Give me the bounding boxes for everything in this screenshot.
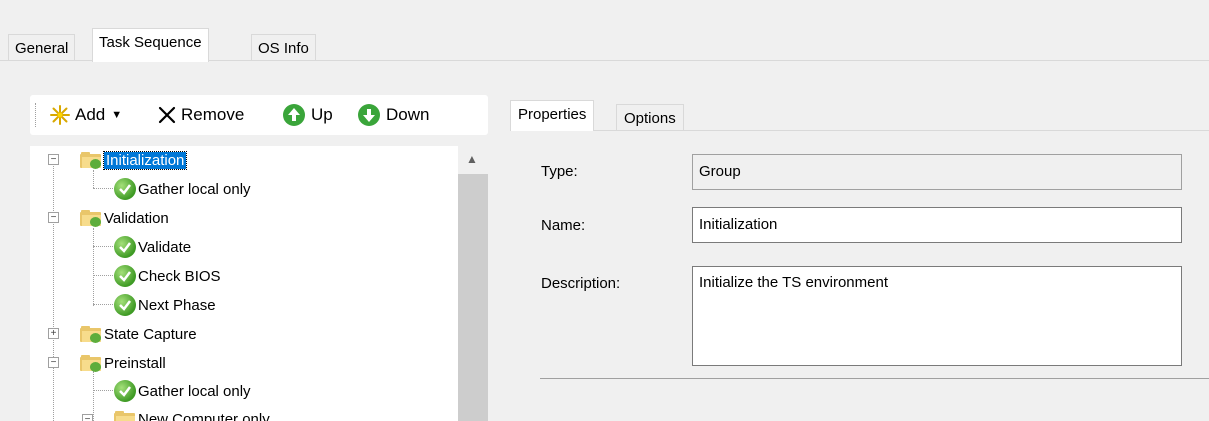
tree-connector bbox=[93, 246, 115, 247]
tree-item-label: Validation bbox=[104, 209, 169, 227]
check-success-icon bbox=[114, 380, 136, 402]
task-sequence-toolbar: Add ▼ Remove Up Down bbox=[30, 95, 488, 135]
tree-item-initialization[interactable]: Initialization bbox=[80, 146, 188, 174]
tree-item-state-capture[interactable]: State Capture bbox=[80, 320, 197, 348]
tab-os-info[interactable]: OS Info bbox=[251, 34, 316, 61]
expand-icon[interactable]: + bbox=[48, 328, 59, 339]
tab-properties[interactable]: Properties bbox=[510, 100, 595, 131]
tree-connector bbox=[93, 390, 115, 391]
tree-item-validation[interactable]: Validation bbox=[80, 204, 169, 232]
remove-label: Remove bbox=[181, 105, 245, 124]
tree-connector bbox=[93, 371, 94, 421]
tree-item-label: State Capture bbox=[104, 325, 197, 343]
down-arrow-circle-icon bbox=[357, 103, 381, 127]
top-tab-strip: General Task Sequence OS Info bbox=[0, 28, 1209, 62]
tab-options[interactable]: Options bbox=[616, 104, 684, 131]
group-folder-icon bbox=[80, 326, 101, 343]
down-button[interactable]: Down bbox=[357, 101, 429, 129]
tree-item-label: Next Phase bbox=[138, 296, 216, 314]
tree-item-new-computer-only[interactable]: New Computer only bbox=[114, 405, 270, 421]
group-folder-icon bbox=[80, 210, 101, 227]
group-folder-icon bbox=[80, 152, 101, 169]
up-arrow-circle-icon bbox=[282, 103, 306, 127]
scrollbar-thumb[interactable] bbox=[458, 174, 488, 421]
tree-item-check-bios[interactable]: Check BIOS bbox=[114, 262, 221, 290]
collapse-icon[interactable]: − bbox=[82, 414, 93, 421]
tree-item-label: Preinstall bbox=[104, 354, 166, 372]
tree-item-label: Initialization bbox=[102, 150, 188, 170]
chevron-down-icon: ▼ bbox=[111, 109, 123, 121]
tree-item-gather-local-only-2[interactable]: Gather local only bbox=[114, 377, 251, 405]
name-field[interactable]: Initialization bbox=[692, 207, 1182, 243]
type-label: Type: bbox=[541, 163, 578, 180]
toolbar-grip[interactable] bbox=[35, 103, 38, 127]
scroll-up-icon[interactable]: ▲ bbox=[466, 152, 478, 166]
tree-item-validate[interactable]: Validate bbox=[114, 233, 191, 261]
tab-divider bbox=[510, 130, 1209, 131]
properties-separator bbox=[540, 378, 1209, 379]
check-success-icon bbox=[114, 265, 136, 287]
remove-button[interactable]: Remove bbox=[158, 101, 244, 129]
task-sequence-tree[interactable]: − Initialization Gather local only − Val… bbox=[30, 146, 488, 421]
tree-connector bbox=[93, 275, 115, 276]
tab-task-sequence[interactable]: Task Sequence bbox=[92, 28, 209, 62]
tree-item-label: Gather local only bbox=[138, 180, 251, 198]
up-button[interactable]: Up bbox=[282, 101, 333, 129]
tree-item-next-phase[interactable]: Next Phase bbox=[114, 291, 216, 319]
tree-item-label: New Computer only bbox=[138, 410, 270, 421]
check-success-icon bbox=[114, 294, 136, 316]
tree-scrollbar[interactable]: ▲ bbox=[458, 146, 488, 421]
add-label: Add bbox=[75, 105, 106, 124]
tree-connector bbox=[93, 304, 115, 305]
add-button[interactable]: Add ▼ bbox=[50, 101, 122, 129]
type-field: Group bbox=[692, 154, 1182, 190]
add-sparkle-icon bbox=[50, 105, 70, 125]
tree-item-label: Validate bbox=[138, 238, 192, 256]
collapse-icon[interactable]: − bbox=[48, 212, 59, 223]
tree-item-label: Gather local only bbox=[138, 382, 251, 400]
tab-general[interactable]: General bbox=[8, 34, 76, 61]
check-success-icon bbox=[114, 236, 136, 258]
description-field[interactable]: Initialize the TS environment bbox=[692, 266, 1182, 366]
down-label: Down bbox=[386, 105, 430, 124]
tree-item-label: Check BIOS bbox=[138, 267, 221, 285]
check-success-icon bbox=[114, 178, 136, 200]
tree-item-preinstall[interactable]: Preinstall bbox=[80, 349, 166, 377]
collapse-icon[interactable]: − bbox=[48, 357, 59, 368]
up-label: Up bbox=[311, 105, 333, 124]
group-folder-icon bbox=[80, 355, 101, 372]
remove-x-icon bbox=[158, 106, 176, 124]
group-folder-icon bbox=[114, 411, 135, 421]
tree-connector bbox=[53, 160, 54, 421]
collapse-icon[interactable]: − bbox=[48, 154, 59, 165]
tree-connector bbox=[93, 188, 115, 189]
description-label: Description: bbox=[541, 275, 621, 292]
name-label: Name: bbox=[541, 217, 586, 234]
tree-item-gather-local-only[interactable]: Gather local only bbox=[114, 175, 251, 203]
tree-connector bbox=[93, 228, 94, 306]
